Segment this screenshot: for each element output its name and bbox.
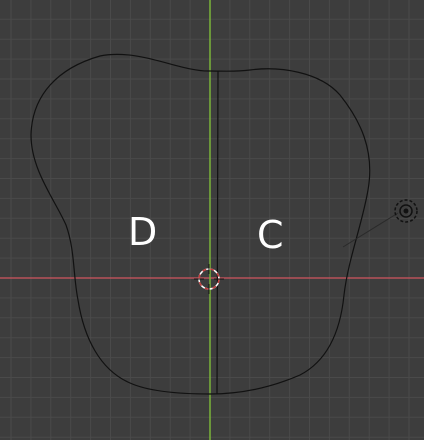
mesh-seam-edge[interactable]	[216, 70, 219, 395]
region-label-c: C	[257, 213, 284, 257]
3d-viewport[interactable]: D C	[0, 0, 424, 440]
region-label-d: D	[128, 210, 157, 254]
mesh-outline[interactable]	[30, 53, 371, 395]
3d-cursor-icon[interactable]	[194, 264, 224, 294]
